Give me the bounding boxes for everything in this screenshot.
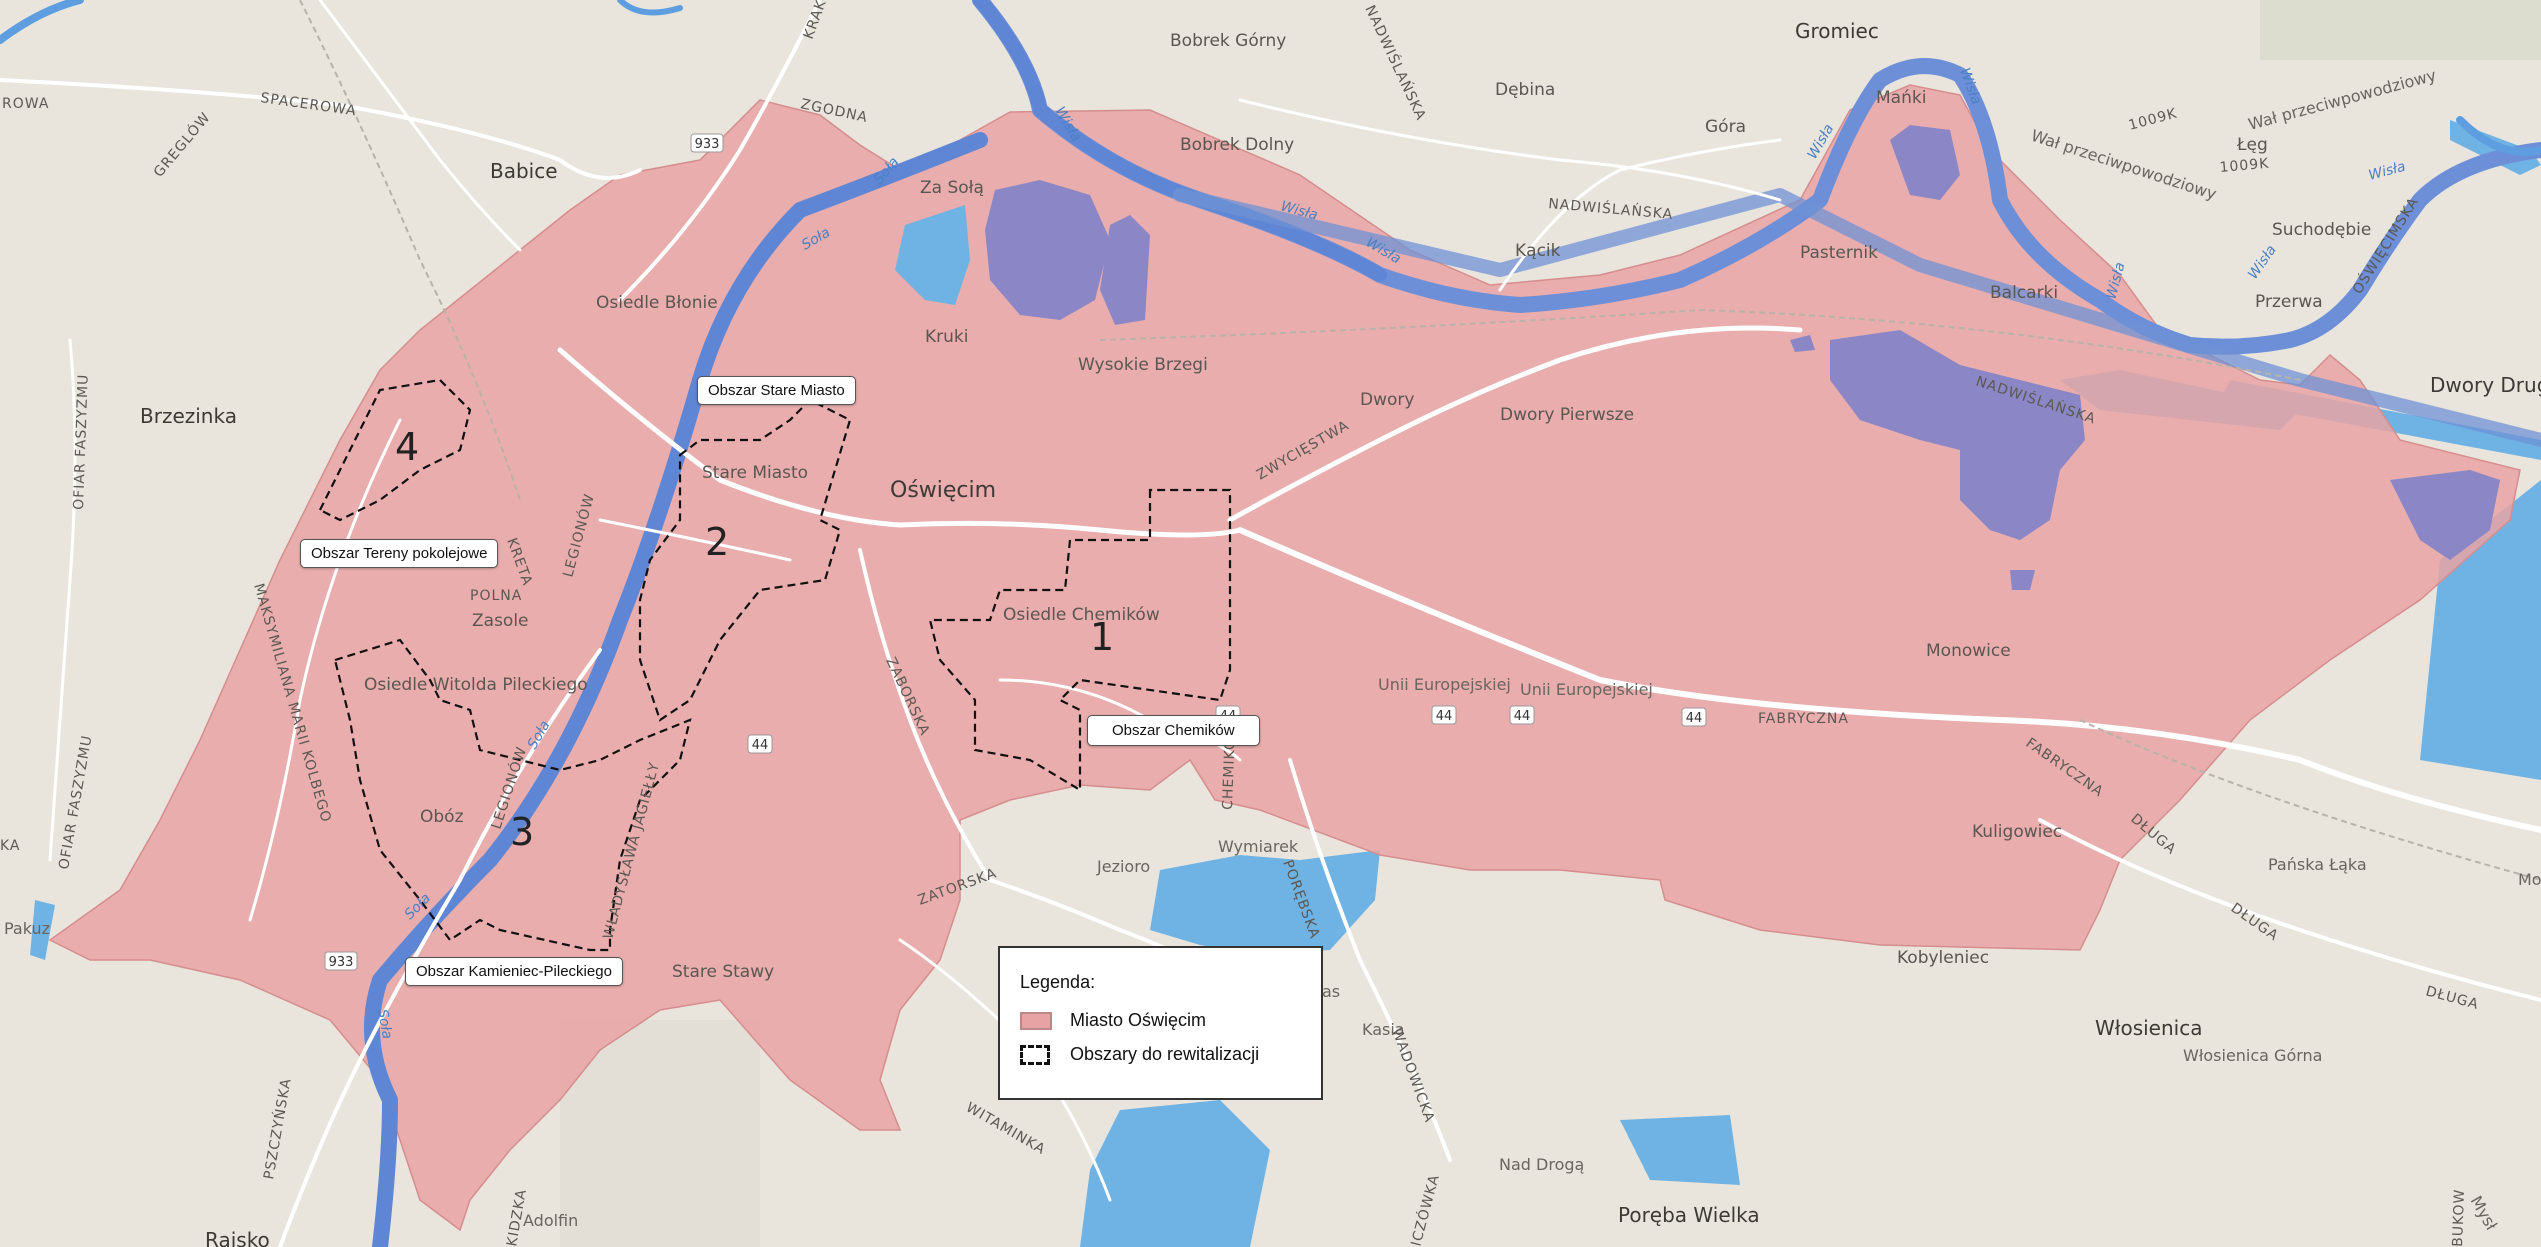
legend-title: Legenda: [1020, 972, 1096, 992]
shield-44-b: 44 [1436, 709, 1453, 724]
callout-kamieniec-pileckiego[interactable]: Obszar Kamieniec-Pileckiego [405, 957, 623, 986]
label-suchodebie: Suchodębie [2272, 220, 2371, 240]
label-osiedle-chemikow: Osiedle Chemików [1003, 605, 1160, 625]
label-dwory: Dwory [1360, 390, 1414, 410]
label-road-unii-2: Unii Europejskiej [1520, 680, 1653, 699]
shield-933-south: 933 [329, 955, 354, 970]
legend-swatch-city [1020, 1011, 1052, 1030]
label-road-unii-1: Unii Europejskiej [1378, 675, 1511, 694]
label-kobyleniec: Kobyleniec [1897, 948, 1989, 968]
label-poreba-wielka: Poręba Wielka [1618, 1203, 1760, 1227]
legend-row-city: Miasto Oświęcim [1020, 1010, 1206, 1031]
zone-number-4: 4 [395, 425, 419, 469]
label-dwory-drugie: Dwory Drug [2430, 373, 2541, 397]
label-nad-droga: Nad Drogą [1499, 1155, 1584, 1174]
label-debina: Dębina [1495, 80, 1555, 100]
shield-44-a: 44 [752, 738, 769, 753]
map-legend: Legenda: Miasto Oświęcim Obszary do rewi… [998, 946, 1323, 1100]
label-road-fabryczna-1: FABRYCZNA [1758, 711, 1849, 727]
shield-44-d: 44 [1686, 711, 1703, 726]
label-wlosienica-gorna: Włosienica Górna [2183, 1046, 2322, 1065]
label-monowice: Monowice [1926, 641, 2011, 661]
label-raisko: Rajsko [205, 1228, 270, 1247]
label-leg: Łęg [2236, 135, 2268, 155]
label-dwory-pierwsze: Dwory Pierwsze [1500, 405, 1634, 425]
label-as: as [1322, 982, 1340, 1001]
label-stare-miasto: Stare Miasto [702, 463, 808, 483]
label-wlosienica: Włosienica [2095, 1016, 2202, 1040]
label-bobrek-gorny: Bobrek Górny [1170, 31, 1286, 51]
label-road-bukow: BUKOW [2450, 1188, 2468, 1247]
label-jezioro: Jezioro [1096, 857, 1150, 876]
label-pasternik: Pasternik [1800, 243, 1878, 263]
callout-chemikow[interactable]: Obszar Chemików [1087, 715, 1260, 746]
label-wysokie-brzegi: Wysokie Brzegi [1078, 355, 1208, 375]
label-stare-stawy: Stare Stawy [672, 962, 774, 982]
callout-stare-miasto[interactable]: Obszar Stare Miasto [697, 376, 856, 405]
legend-row-areas: Obszary do rewitalizacji [1020, 1044, 1259, 1065]
label-oboz: Obóz [420, 807, 464, 827]
legend-label-city: Miasto Oświęcim [1070, 1010, 1207, 1030]
label-osiedle-pileckiego: Osiedle Witolda Pileckiego [364, 675, 588, 695]
label-balcarki: Balcarki [1990, 283, 2058, 303]
label-panska-laka: Pańska Łąka [2268, 855, 2367, 874]
label-bobrek-dolny: Bobrek Dolny [1180, 135, 1294, 155]
label-adolfin: Adolfin [523, 1211, 578, 1230]
shield-933-north: 933 [695, 137, 720, 152]
label-road-polna: POLNA [470, 588, 522, 604]
label-brzezinka: Brzezinka [140, 404, 237, 428]
label-kuligowiec: Kuligowiec [1972, 822, 2062, 842]
label-road-ka: KA [0, 838, 21, 854]
label-osiedle-blonie: Osiedle Błonie [596, 293, 718, 313]
label-przerwa: Przerwa [2255, 292, 2323, 312]
label-za-sola: Za Sołą [920, 178, 984, 198]
label-wymiarek: Wymiarek [1218, 837, 1299, 856]
zone-number-2: 2 [705, 520, 729, 564]
label-pakuz: Pakuz [4, 919, 50, 938]
label-oswiecim: Oświęcim [890, 478, 996, 503]
zone-number-3: 3 [510, 810, 534, 854]
label-zasole: Zasole [472, 611, 529, 631]
label-manki: Mańki [1876, 88, 1926, 108]
legend-label-areas: Obszary do rewitalizacji [1070, 1044, 1260, 1064]
label-road-rowa: ROWA [2, 96, 49, 112]
label-gromiec: Gromiec [1795, 19, 1879, 43]
label-mo: Mo [2518, 870, 2541, 889]
legend-swatch-areas [1020, 1044, 1050, 1065]
label-babice: Babice [490, 159, 558, 183]
label-kacik: Kącik [1515, 241, 1561, 261]
shield-44-c: 44 [1514, 709, 1531, 724]
callout-tereny-pokolejowe[interactable]: Obszar Tereny pokolejowe [300, 539, 499, 568]
label-kruki: Kruki [925, 327, 968, 347]
label-gora: Góra [1705, 117, 1746, 137]
